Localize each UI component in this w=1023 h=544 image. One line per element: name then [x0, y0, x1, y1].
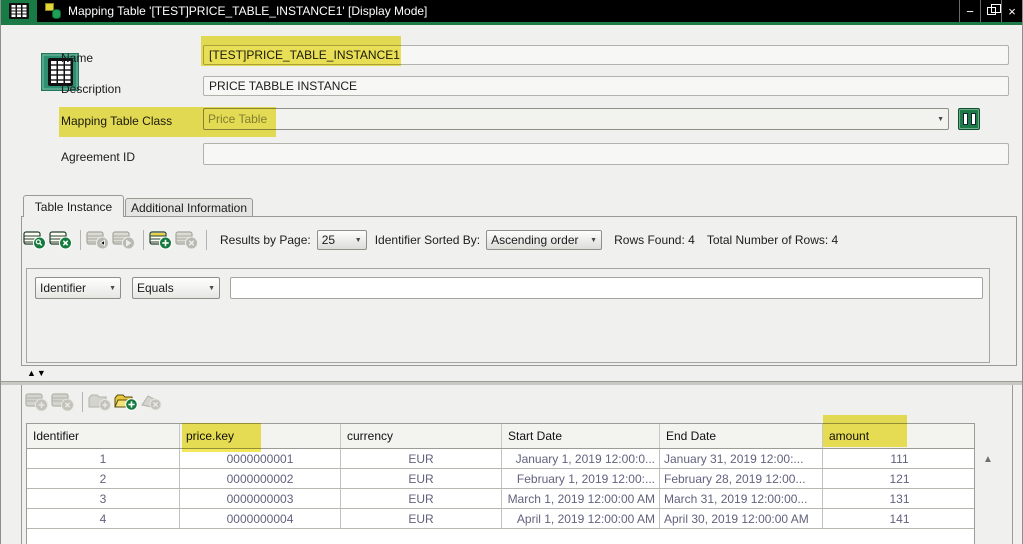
minimize-icon: −	[966, 4, 974, 19]
toolbar-separator	[82, 392, 83, 412]
add-folder-button	[88, 392, 112, 413]
close-button[interactable]: ×	[1001, 0, 1022, 22]
description-field[interactable]: PRICE TABBLE INSTANCE	[203, 76, 1009, 96]
previous-page-button	[86, 230, 110, 251]
table-header-row: Identifier price.key currency Start Date…	[26, 423, 975, 449]
name-label: Name	[61, 51, 93, 65]
window-title: Mapping Table '[TEST]PRICE_TABLE_INSTANC…	[68, 4, 959, 18]
sort-order-select[interactable]: Ascending order ▼	[486, 230, 602, 250]
previous-page-icon	[86, 230, 110, 250]
table-row[interactable]: 4 0000000004 EUR April 1, 2019 12:00:00 …	[27, 509, 974, 529]
chevron-down-icon: ▼	[208, 285, 215, 292]
window-badge-icon	[45, 3, 61, 19]
database-icon	[52, 9, 61, 19]
table-row[interactable]: 1 0000000001 EUR January 1, 2019 12:00:0…	[27, 449, 974, 469]
add-row-icon	[149, 230, 173, 250]
toolbar-separator	[143, 230, 144, 250]
clear-search-button[interactable]	[49, 230, 73, 251]
mapping-rows-table: Identifier price.key currency Start Date…	[26, 423, 975, 544]
insert-row-button	[25, 392, 49, 413]
window-controls: − ×	[959, 0, 1022, 22]
view-table-class-button[interactable]	[958, 108, 980, 130]
scroll-up-button[interactable]: ▲	[983, 454, 993, 465]
scroll-up-icon: ▲	[983, 454, 993, 465]
chevron-down-icon: ▼	[355, 237, 362, 244]
toolbar-separator	[80, 230, 81, 250]
agreement-id-label: Agreement ID	[61, 150, 135, 164]
search-rows-icon	[23, 230, 47, 250]
column-header-amount[interactable]: amount	[823, 424, 976, 448]
name-value: [TEST]PRICE_TABLE_INSTANCE1	[209, 48, 400, 62]
next-page-button	[112, 230, 136, 251]
tab-additional-information[interactable]: Additional Information	[125, 198, 253, 217]
delete-row-icon	[175, 230, 199, 250]
table-body: 1 0000000001 EUR January 1, 2019 12:00:0…	[26, 449, 975, 544]
delete-row-button	[175, 230, 199, 251]
results-by-page-label: Results by Page:	[220, 233, 311, 247]
next-page-icon	[112, 230, 136, 250]
clear-search-icon	[49, 230, 73, 250]
restore-icon	[987, 7, 996, 15]
description-value: PRICE TABBLE INSTANCE	[209, 79, 357, 93]
table-row[interactable]: 3 0000000003 EUR March 1, 2019 12:00:00 …	[27, 489, 974, 509]
remove-row-button	[51, 392, 75, 413]
import-rows-button[interactable]	[114, 392, 138, 413]
description-label: Description	[61, 82, 121, 96]
chevron-down-icon: ▼	[109, 285, 116, 292]
mapping-table-window: Mapping Table '[TEST]PRICE_TABLE_INSTANC…	[0, 0, 1023, 544]
striped-table-icon	[8, 2, 30, 20]
column-header-currency[interactable]: currency	[341, 424, 502, 448]
remove-row-icon	[51, 392, 75, 412]
cancel-import-button	[140, 392, 164, 413]
insert-row-icon	[25, 392, 49, 412]
table-columns-icon	[963, 113, 968, 125]
search-rows-button[interactable]	[23, 230, 47, 251]
name-field[interactable]: [TEST]PRICE_TABLE_INSTANCE1	[203, 45, 1009, 65]
results-toolbar: Results by Page: 25 ▼ Identifier Sorted …	[23, 229, 838, 251]
mapping-table-class-value: Price Table	[208, 112, 933, 126]
filter-operator-select[interactable]: Equals ▼	[132, 277, 220, 299]
column-header-start-date[interactable]: Start Date	[502, 424, 660, 448]
titlebar-accent-line	[1, 22, 1022, 25]
splitter-up-icon: ▲	[27, 368, 37, 378]
cancel-import-icon	[140, 392, 164, 412]
app-logo-icon	[1, 0, 37, 22]
total-rows-status: Total Number of Rows: 4	[707, 233, 838, 247]
rows-toolbar	[25, 391, 166, 413]
sorted-by-label: Identifier Sorted By:	[375, 233, 480, 247]
mapping-table-class-label: Mapping Table Class	[61, 114, 172, 128]
panel-splitter[interactable]: ▲▼	[27, 368, 47, 378]
add-folder-icon	[88, 392, 112, 412]
import-rows-icon	[114, 392, 138, 412]
add-row-button[interactable]	[149, 230, 173, 251]
column-header-identifier[interactable]: Identifier	[27, 424, 180, 448]
filter-field-select[interactable]: Identifier ▼	[35, 277, 121, 299]
column-header-end-date[interactable]: End Date	[660, 424, 823, 448]
filter-box: Identifier ▼ Equals ▼	[26, 268, 990, 363]
titlebar: Mapping Table '[TEST]PRICE_TABLE_INSTANC…	[1, 0, 1022, 22]
chevron-down-icon: ▼	[937, 116, 944, 123]
minimize-button[interactable]: −	[959, 0, 980, 22]
filter-value-input[interactable]	[230, 277, 983, 299]
column-header-price-key[interactable]: price.key	[180, 424, 341, 448]
mapping-table-class-select[interactable]: Price Table ▼	[203, 108, 949, 130]
rows-found-status: Rows Found: 4	[614, 233, 695, 247]
table-row[interactable]: 2 0000000002 EUR February 1, 2019 12:00:…	[27, 469, 974, 489]
close-icon: ×	[1008, 4, 1016, 19]
tab-table-instance[interactable]: Table Instance	[23, 195, 124, 217]
splitter-down-icon: ▼	[37, 368, 47, 378]
results-per-page-select[interactable]: 25 ▼	[317, 230, 367, 250]
restore-button[interactable]	[980, 0, 1001, 22]
toolbar-separator	[206, 230, 207, 250]
agreement-id-field[interactable]	[203, 143, 1009, 165]
chevron-down-icon: ▼	[590, 237, 597, 244]
